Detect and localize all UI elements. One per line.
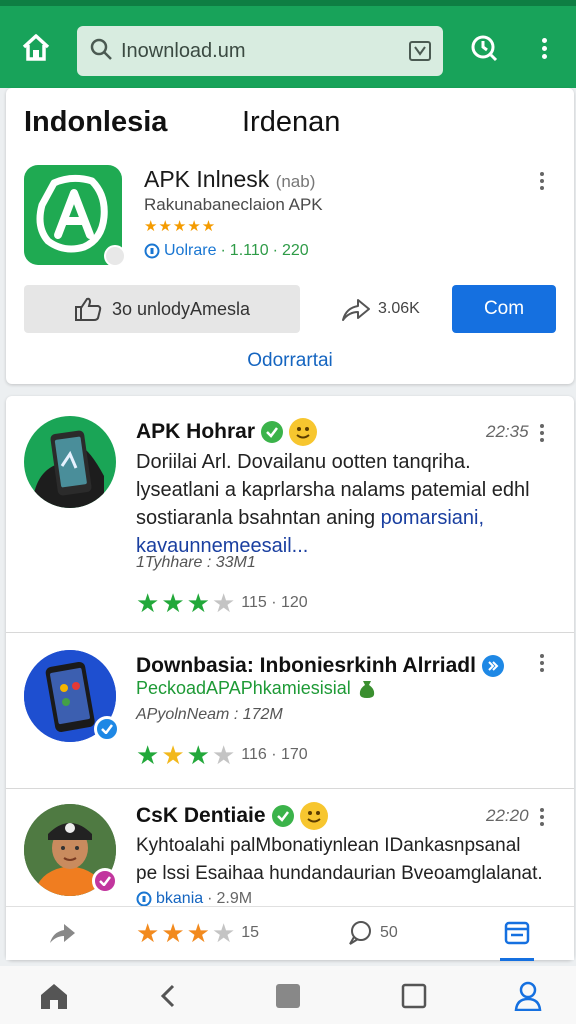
voice-search-icon[interactable] (409, 41, 431, 61)
feed-title: Downbasia: Inboniesrkinh Alrriadl (136, 654, 504, 678)
nav-stop-icon[interactable] (270, 978, 306, 1014)
feed-title: CsK Dentiaie (136, 802, 328, 830)
star-icon: ★ (186, 918, 210, 948)
more-icon[interactable] (540, 654, 544, 672)
info-icon (144, 243, 160, 259)
feed-title: APK Hohrar (136, 418, 318, 446)
more-icon[interactable] (540, 424, 544, 442)
star-icon: ★ (211, 588, 236, 618)
star-icon: ★ (136, 918, 160, 948)
feed-meta: APyolnNeam : 172M (136, 706, 283, 723)
feed-body: Doriilai Arl. Dovailanu ootten tanqriha.… (136, 451, 530, 557)
app-card: Indonlesia Irdenan APK Inlnesk (nab) Rak… (6, 88, 574, 384)
thumbs-up-icon (74, 297, 102, 321)
primary-action-button[interactable]: Com (452, 285, 556, 333)
star-icon: ★ (211, 740, 236, 770)
feed-subline: PeckoadAPAPhkamiesisial (136, 678, 377, 699)
tab-indonesia[interactable]: Indonlesia (24, 106, 167, 139)
details-link[interactable]: Odorrartai (6, 350, 574, 372)
verified-check-icon (261, 421, 284, 443)
rating: ★ ★ ★ ★ 15 (136, 918, 260, 948)
verified-badge-icon (94, 716, 120, 742)
app-subtitle: Rakunabaneclaion APK (144, 195, 323, 214)
feed-time: 22:20 (486, 806, 529, 825)
app-rating-stars: ★★★★★ (144, 218, 217, 235)
rating: ★ ★ ★ ★ 115 · 120 (136, 588, 308, 618)
star-icon: ★ (186, 588, 210, 618)
star-icon: ★ (136, 588, 160, 618)
share-icon[interactable] (48, 921, 78, 950)
nav-recents-icon[interactable] (396, 978, 432, 1014)
feed-tab-icon[interactable] (500, 907, 534, 961)
search-input[interactable]: Inownload.um (121, 40, 409, 63)
app-meta: Uolrare · 1.110 · 220 (144, 242, 309, 260)
feed-card: APK Hohrar 22:35 Doriilai Arl. Dovailanu… (6, 396, 574, 960)
nav-profile-icon[interactable] (510, 978, 546, 1014)
rating: ★ ★ ★ ★ 116 · 170 (136, 740, 308, 770)
app-more-icon[interactable] (540, 172, 544, 190)
share-icon (342, 299, 370, 321)
history-icon[interactable] (464, 28, 504, 68)
avatar[interactable] (24, 804, 118, 896)
badge-icon (104, 245, 126, 267)
action-strip: ★ ★ ★ ★ 15 50 (6, 906, 574, 961)
smile-emoji-icon (289, 418, 318, 446)
tab-second[interactable]: Irdenan (242, 106, 340, 139)
star-icon: ★ (161, 588, 185, 618)
feed-time: 22:35 (486, 422, 529, 441)
verified-check-icon (271, 805, 294, 827)
comment-icon (349, 921, 371, 945)
search-bar[interactable]: Inownload.um (77, 26, 443, 76)
download-button[interactable]: 3o unlodyAmesla (24, 285, 300, 333)
avatar[interactable] (24, 416, 116, 508)
share-button[interactable]: 3.06K (340, 285, 420, 333)
nav-home-icon[interactable] (36, 978, 72, 1014)
system-nav-bar (0, 966, 576, 1024)
more-menu-icon[interactable] (524, 28, 564, 68)
star-icon: ★ (211, 918, 236, 948)
money-bag-icon (359, 680, 374, 698)
comment-button[interactable]: 50 (346, 919, 398, 947)
search-icon (89, 37, 113, 66)
verified-badge-icon (92, 868, 118, 894)
avatar[interactable] (24, 650, 120, 742)
more-icon[interactable] (540, 808, 544, 826)
smile-emoji-icon (299, 802, 328, 830)
home-icon[interactable] (16, 28, 56, 68)
nav-back-icon[interactable] (150, 978, 186, 1014)
star-icon: ★ (161, 740, 185, 770)
divider (6, 788, 574, 789)
app-logo-icon[interactable] (24, 165, 126, 267)
play-badge-icon (481, 655, 504, 677)
star-icon: ★ (186, 740, 210, 770)
app-title: APK Inlnesk (nab) (144, 166, 316, 192)
feed-meta: 1Tyhhare : 33M1 (136, 554, 256, 571)
info-icon (136, 891, 152, 907)
divider (6, 632, 574, 633)
star-icon: ★ (161, 918, 185, 948)
star-icon: ★ (136, 740, 160, 770)
top-app-bar: Inownload.um (0, 0, 576, 88)
feed-body: Kyhtoalahi palMbonatiynlean IDankasnpsan… (136, 835, 543, 884)
